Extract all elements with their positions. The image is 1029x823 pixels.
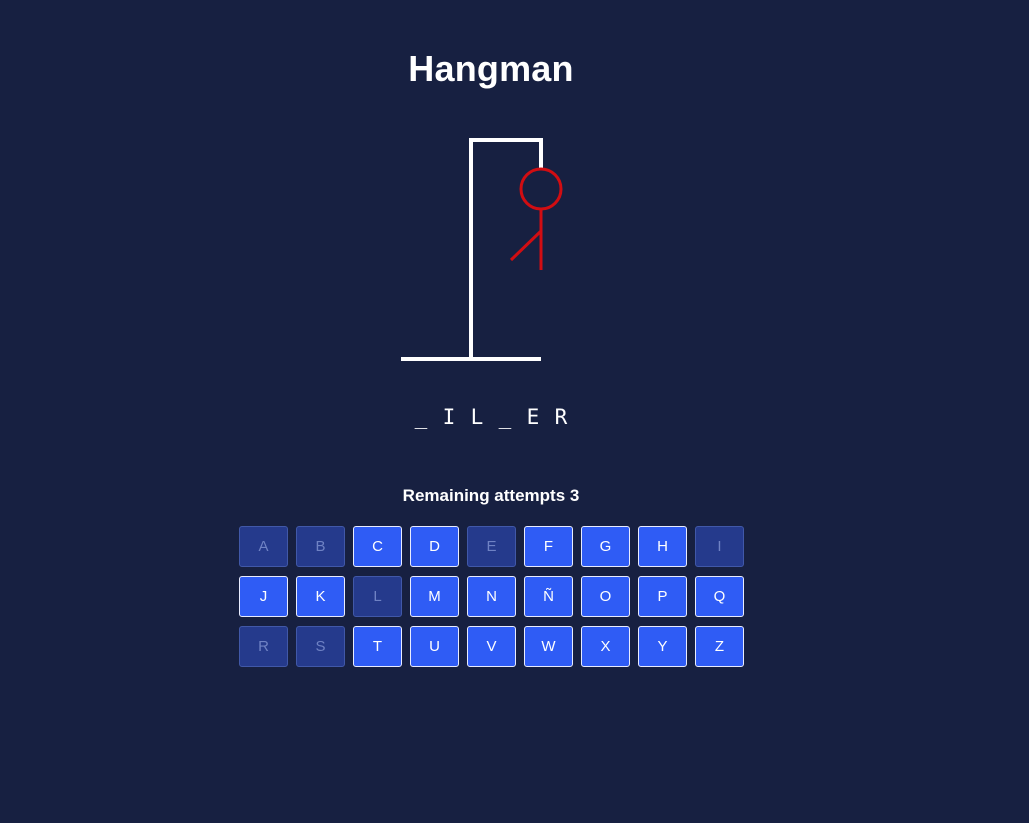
letter-key-u[interactable]: U (410, 626, 459, 667)
letter-keyboard: ABCDEFGHI JKLMNÑOPQ RSTUVWXYZ (239, 526, 749, 667)
word-slot-letter: R (554, 405, 568, 429)
letter-key-y[interactable]: Y (638, 626, 687, 667)
hangman-left-arm (509, 229, 543, 262)
letter-key-h[interactable]: H (638, 526, 687, 567)
remaining-attempts: Remaining attempts 3 (402, 486, 580, 505)
hangman-app: Hangman _ I L _ E R Remaining attempts 3 ABCD… (0, 0, 1029, 823)
letter-key-g[interactable]: G (581, 526, 630, 567)
letter-key-i: I (695, 526, 744, 567)
letter-key-j[interactable]: J (239, 576, 288, 617)
gallows-drawing (401, 138, 563, 361)
letter-key-z[interactable]: Z (695, 626, 744, 667)
letter-key-x[interactable]: X (581, 626, 630, 667)
letter-key-p[interactable]: P (638, 576, 687, 617)
letter-key-ñ[interactable]: Ñ (524, 576, 573, 617)
letter-key-w[interactable]: W (524, 626, 573, 667)
word-slot-letter: I (442, 405, 456, 429)
letter-key-t[interactable]: T (353, 626, 402, 667)
hangman-head (519, 167, 563, 211)
word-slot-blank: _ (414, 405, 428, 429)
letter-key-k[interactable]: K (296, 576, 345, 617)
word-slot-letter: L (470, 405, 484, 429)
letter-key-c[interactable]: C (353, 526, 402, 567)
game-title: Hangman (408, 48, 574, 89)
letter-key-l: L (353, 576, 402, 617)
letter-key-n[interactable]: N (467, 576, 516, 617)
letter-key-a: A (239, 526, 288, 567)
word-slot-blank: _ (498, 405, 512, 429)
letter-key-o[interactable]: O (581, 576, 630, 617)
letter-key-s: S (296, 626, 345, 667)
word-display: _ I L _ E R (0, 405, 982, 429)
letter-key-v[interactable]: V (467, 626, 516, 667)
letter-key-d[interactable]: D (410, 526, 459, 567)
letter-key-q[interactable]: Q (695, 576, 744, 617)
letter-key-f[interactable]: F (524, 526, 573, 567)
letter-key-r: R (239, 626, 288, 667)
letter-key-m[interactable]: M (410, 576, 459, 617)
letter-key-e: E (467, 526, 516, 567)
word-slot-letter: E (526, 405, 540, 429)
letter-key-b: B (296, 526, 345, 567)
